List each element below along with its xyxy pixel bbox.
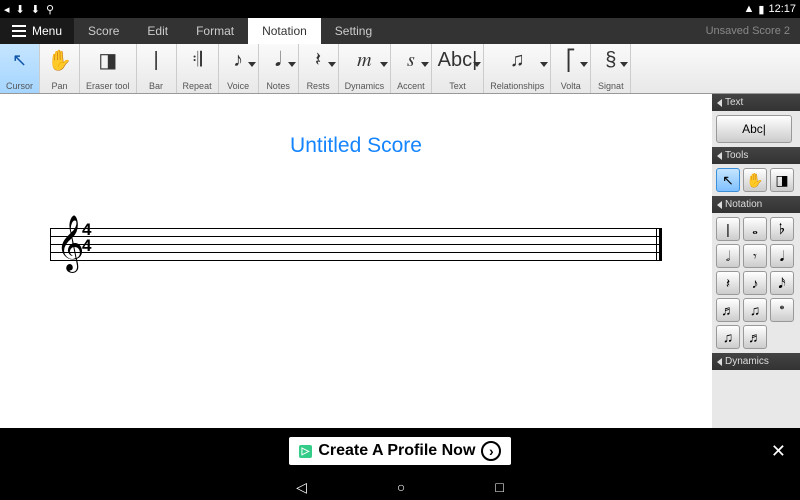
panel-notation-button[interactable]: 𝅝 xyxy=(743,217,767,241)
tool-label: Rests xyxy=(307,81,330,91)
panel-notation-button[interactable]: 𝄬 xyxy=(770,217,794,241)
dynamics-icon: 𝆐 xyxy=(357,47,371,73)
tool-accent[interactable]: 𝆍 Accent xyxy=(391,44,432,93)
tool-bar[interactable]: | Bar xyxy=(137,44,177,93)
menu-setting[interactable]: Setting xyxy=(321,18,386,44)
ad-arrow-icon: › xyxy=(481,441,501,461)
panel-header-text[interactable]: Text xyxy=(712,94,800,111)
tool-repeat[interactable]: 𝄇 Repeat xyxy=(177,44,219,93)
score-title: Untitled Score xyxy=(20,134,692,158)
nav-icon: ◂ xyxy=(4,3,10,16)
back-button[interactable]: ◁ xyxy=(296,479,307,496)
panel-notation-button[interactable]: 𝅗𝅥 xyxy=(716,244,740,268)
menu-label: Menu xyxy=(32,24,62,38)
tool-relationships[interactable]: ♫ Relationships xyxy=(484,44,551,93)
time-signature: 44 xyxy=(82,222,91,254)
panel-notation-button[interactable]: ♫ xyxy=(716,325,740,349)
tool-voice[interactable]: ♪ Voice xyxy=(219,44,259,93)
panel-notation-button[interactable]: 𝅘𝅥𝅯 xyxy=(770,271,794,295)
tool-label: Signat xyxy=(598,81,624,91)
bar-icon: | xyxy=(153,47,158,73)
menu-score[interactable]: Score xyxy=(74,18,133,44)
panel-notation-button[interactable]: 𝄽 xyxy=(716,271,740,295)
tool-pan[interactable]: ✋ Pan xyxy=(40,44,80,93)
text-tool-button[interactable]: Abc| xyxy=(716,115,792,143)
panel-notation-button[interactable]: ♬ xyxy=(716,298,740,322)
voice-icon: ♪ xyxy=(233,47,243,73)
accent-icon: 𝆍 xyxy=(407,47,415,73)
tool-cursor[interactable]: ↖ Cursor xyxy=(0,44,40,93)
menu-button[interactable]: Menu xyxy=(0,18,74,44)
tool-label: Eraser tool xyxy=(86,81,130,91)
android-navbar: ◁ ○ □ xyxy=(0,474,800,500)
staff[interactable]: 𝄞 44 xyxy=(50,228,662,268)
clock: 12:17 xyxy=(768,3,796,15)
panel-header-notation[interactable]: Notation xyxy=(712,196,800,213)
menu-format[interactable]: Format xyxy=(182,18,248,44)
panel-header-tools[interactable]: Tools xyxy=(712,147,800,164)
panel-notation-button[interactable]: | xyxy=(716,217,740,241)
panel-notation-button[interactable]: ♪ xyxy=(743,271,767,295)
panel-notation-button[interactable]: 𝄾 xyxy=(743,244,767,268)
document-title: Unsaved Score 2 xyxy=(706,18,800,44)
rests-icon: 𝄽 xyxy=(315,47,321,73)
score-canvas[interactable]: Untitled Score 𝄞 44 xyxy=(0,94,712,428)
key-icon: ⚲ xyxy=(46,3,54,16)
eraser tool-icon: ◨ xyxy=(98,47,117,73)
menu-edit[interactable]: Edit xyxy=(133,18,182,44)
cursor-icon: ↖ xyxy=(12,47,27,73)
panel-header-dynamics[interactable]: Dynamics xyxy=(712,353,800,370)
relationships-icon: ♫ xyxy=(510,47,525,73)
download-icon: ⬇ xyxy=(31,3,40,16)
repeat-icon: 𝄇 xyxy=(192,47,202,73)
panel-tool-button[interactable]: ✋ xyxy=(743,168,767,192)
tool-label: Bar xyxy=(149,81,163,91)
toolbar: ↖ Cursor ✋ Pan ◨ Eraser tool | Bar 𝄇 Repeat ♪ Voice… xyxy=(0,44,800,94)
menu-notation[interactable]: Notation xyxy=(248,18,321,44)
wifi-icon: ▲ xyxy=(744,3,755,15)
panel-tool-button[interactable]: ◨ xyxy=(770,168,794,192)
tool-volta[interactable]: ⎡ Volta xyxy=(551,44,591,93)
panel-notation-button[interactable]: 𝅘𝅥 xyxy=(770,244,794,268)
tool-label: Voice xyxy=(227,81,249,91)
ad-banner: ▷ Create A Profile Now › ✕ xyxy=(0,428,800,474)
panel-notation-button[interactable]: ♬ xyxy=(743,325,767,349)
tool-label: Text xyxy=(449,81,466,91)
tool-label: Dynamics xyxy=(345,81,385,91)
ad-content[interactable]: ▷ Create A Profile Now › xyxy=(289,437,512,465)
battery-icon: ▮ xyxy=(758,3,764,16)
tool-label: Relationships xyxy=(490,81,544,91)
ad-badge-icon: ▷ xyxy=(299,445,313,458)
tool-label: Notes xyxy=(266,81,290,91)
tool-notes[interactable]: 𝅘𝅥 Notes xyxy=(259,44,299,93)
notes-icon: 𝅘𝅥 xyxy=(275,47,281,73)
panel-notation-button[interactable]: 𝆯 xyxy=(770,298,794,322)
download-icon: ⬇ xyxy=(16,3,25,16)
tool-label: Pan xyxy=(52,81,68,91)
side-panel: Text Abc| Tools ↖✋◨ Notation |𝅝𝄬 𝅗𝅥𝄾𝅘𝅥 𝄽♪𝅘… xyxy=(712,94,800,428)
text-icon: Abc| xyxy=(438,47,478,73)
home-button[interactable]: ○ xyxy=(397,479,405,495)
tool-label: Cursor xyxy=(6,81,33,91)
tool-text[interactable]: Abc| Text xyxy=(432,44,485,93)
panel-notation-button[interactable]: ♫ xyxy=(743,298,767,322)
treble-clef-icon: 𝄞 xyxy=(56,216,84,272)
tool-rests[interactable]: 𝄽 Rests xyxy=(299,44,339,93)
close-icon[interactable]: ✕ xyxy=(771,441,786,462)
tool-signat[interactable]: § Signat xyxy=(591,44,631,93)
tool-dynamics[interactable]: 𝆐 Dynamics xyxy=(339,44,392,93)
ad-text: Create A Profile Now xyxy=(318,442,475,460)
signat-icon: § xyxy=(605,47,616,73)
hamburger-icon xyxy=(12,25,26,37)
android-statusbar: ◂ ⬇ ⬇ ⚲ ▲ ▮ 12:17 xyxy=(0,0,800,18)
menubar: Menu Score Edit Format Notation Setting … xyxy=(0,18,800,44)
tool-label: Repeat xyxy=(183,81,212,91)
tool-label: Accent xyxy=(397,81,425,91)
panel-tool-button[interactable]: ↖ xyxy=(716,168,740,192)
tool-label: Volta xyxy=(561,81,581,91)
pan-icon: ✋ xyxy=(47,47,72,73)
volta-icon: ⎡ xyxy=(566,47,576,73)
recent-button[interactable]: □ xyxy=(495,479,503,495)
tool-eraser-tool[interactable]: ◨ Eraser tool xyxy=(80,44,137,93)
